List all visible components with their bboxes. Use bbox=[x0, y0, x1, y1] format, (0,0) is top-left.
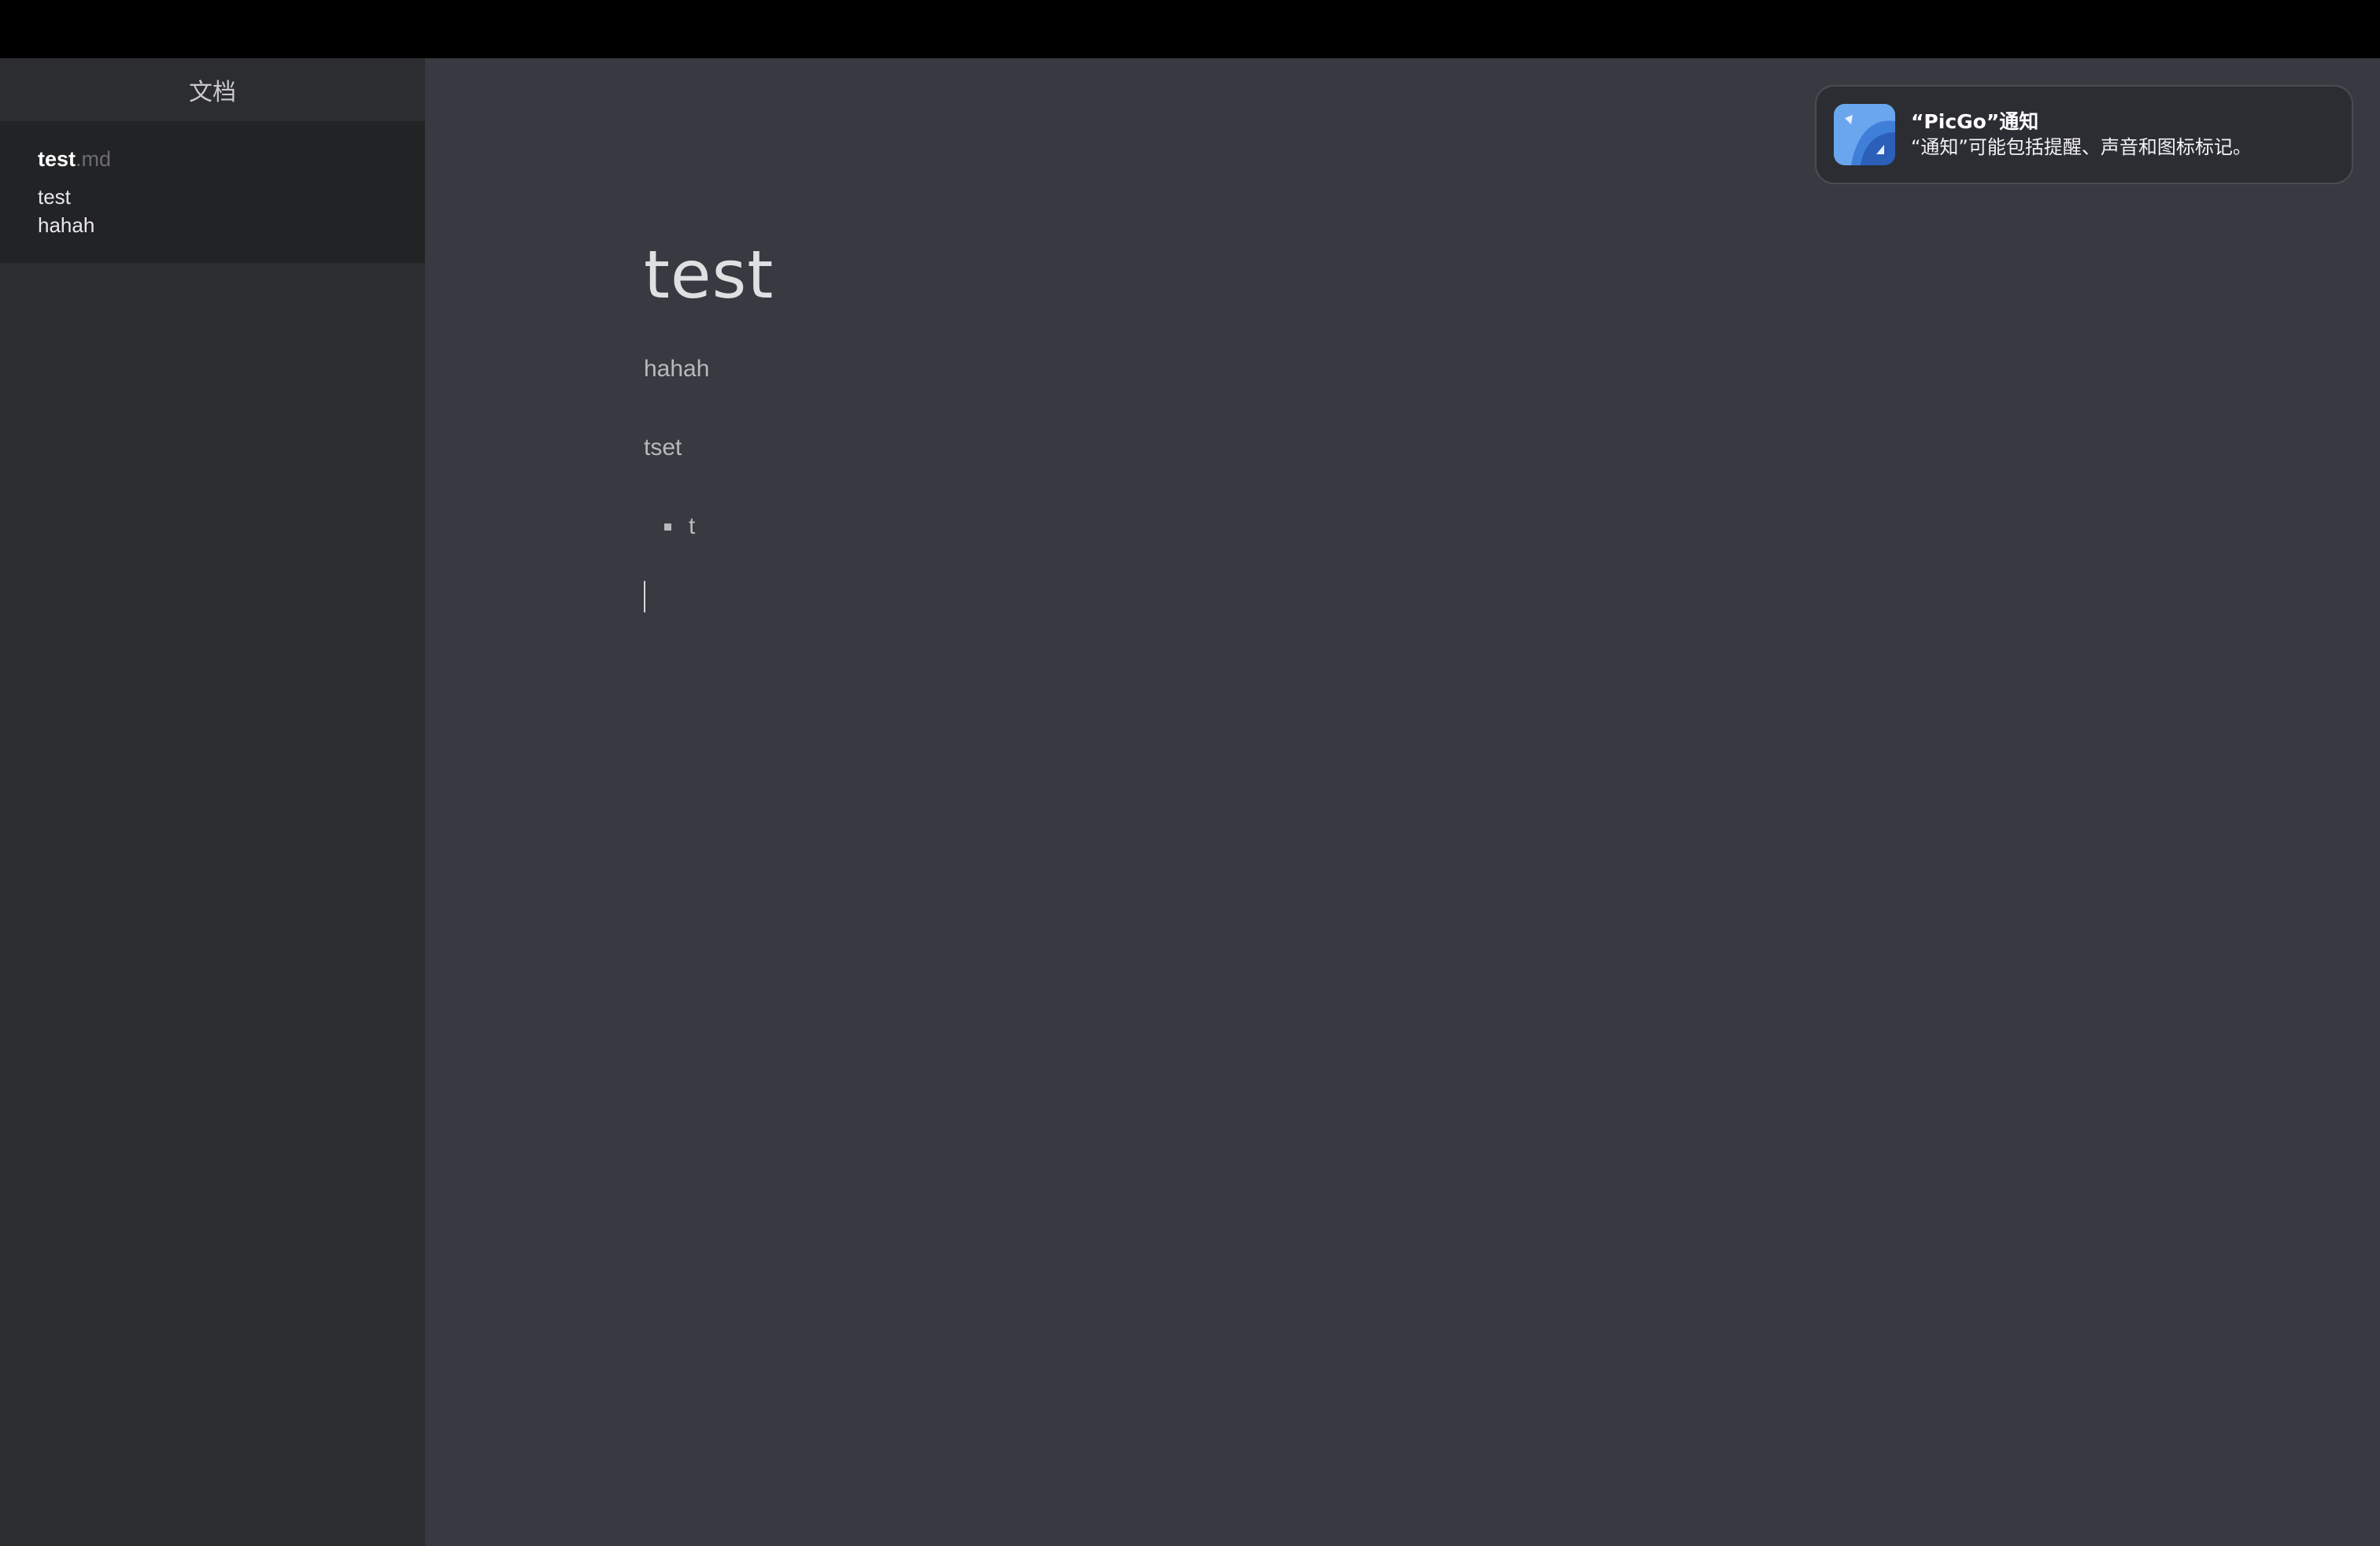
sidebar-header: 文档 bbox=[0, 58, 425, 121]
list-item-text: t bbox=[689, 513, 696, 539]
menu-bar bbox=[0, 0, 2380, 58]
notification-body: “通知”可能包括提醒、声音和图标标记。 bbox=[1911, 136, 2252, 158]
picgo-app-icon bbox=[1834, 104, 1895, 165]
text-cursor bbox=[644, 581, 645, 612]
document-heading[interactable]: test bbox=[644, 236, 774, 313]
document-paragraph[interactable]: hahah bbox=[644, 356, 709, 383]
file-name: test bbox=[38, 147, 76, 171]
file-extension: .md bbox=[76, 147, 112, 171]
sidebar-header-title: 文档 bbox=[189, 79, 236, 106]
file-list-item[interactable]: test.md test hahah bbox=[0, 121, 425, 263]
notification-text: “PicGo”通知 “通知”可能包括提醒、声音和图标标记。 bbox=[1911, 109, 2252, 160]
sidebar: 文档 test.md test hahah bbox=[0, 58, 425, 1546]
file-preview: test hahah bbox=[38, 183, 425, 239]
editor-pane[interactable]: test hahah tset t bbox=[425, 58, 2380, 1546]
notification-title: “PicGo”通知 bbox=[1911, 110, 2039, 133]
file-title: test.md bbox=[38, 145, 425, 173]
file-preview-line: test bbox=[38, 185, 71, 209]
bullet-icon bbox=[664, 523, 671, 531]
notification-banner[interactable]: “PicGo”通知 “通知”可能包括提醒、声音和图标标记。 bbox=[1815, 85, 2353, 184]
document-paragraph[interactable]: tset bbox=[644, 435, 682, 461]
list-item[interactable]: t bbox=[664, 513, 695, 540]
file-preview-line: hahah bbox=[38, 213, 95, 237]
